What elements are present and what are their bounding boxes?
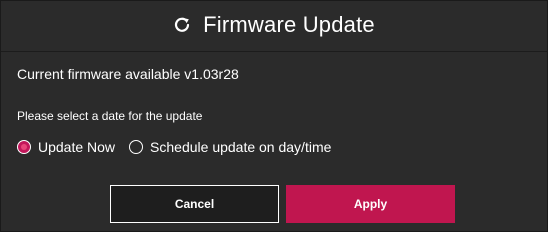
apply-button[interactable]: Apply [286,185,455,223]
radio-update-now[interactable]: Update Now [17,139,115,155]
dialog-title: Firmware Update [203,12,375,37]
date-prompt: Please select a date for the update [17,109,203,123]
firmware-update-dialog: Firmware Update Current firmware availab… [0,0,548,232]
dialog-header: Firmware Update [1,9,547,41]
current-firmware-text: Current firmware available v1.03r28 [17,66,239,82]
refresh-icon [173,16,191,34]
cancel-button[interactable]: Cancel [110,185,279,223]
radio-unselected-icon[interactable] [129,140,144,154]
header-divider [1,51,547,52]
update-timing-radio-group: Update Now Schedule update on day/time [17,139,345,155]
radio-update-now-label: Update Now [38,139,116,155]
radio-schedule-update-label: Schedule update on day/time [150,139,332,155]
radio-schedule-update[interactable]: Schedule update on day/time [129,139,331,155]
radio-selected-icon[interactable] [17,140,31,154]
dialog-actions: Cancel Apply [110,185,455,223]
